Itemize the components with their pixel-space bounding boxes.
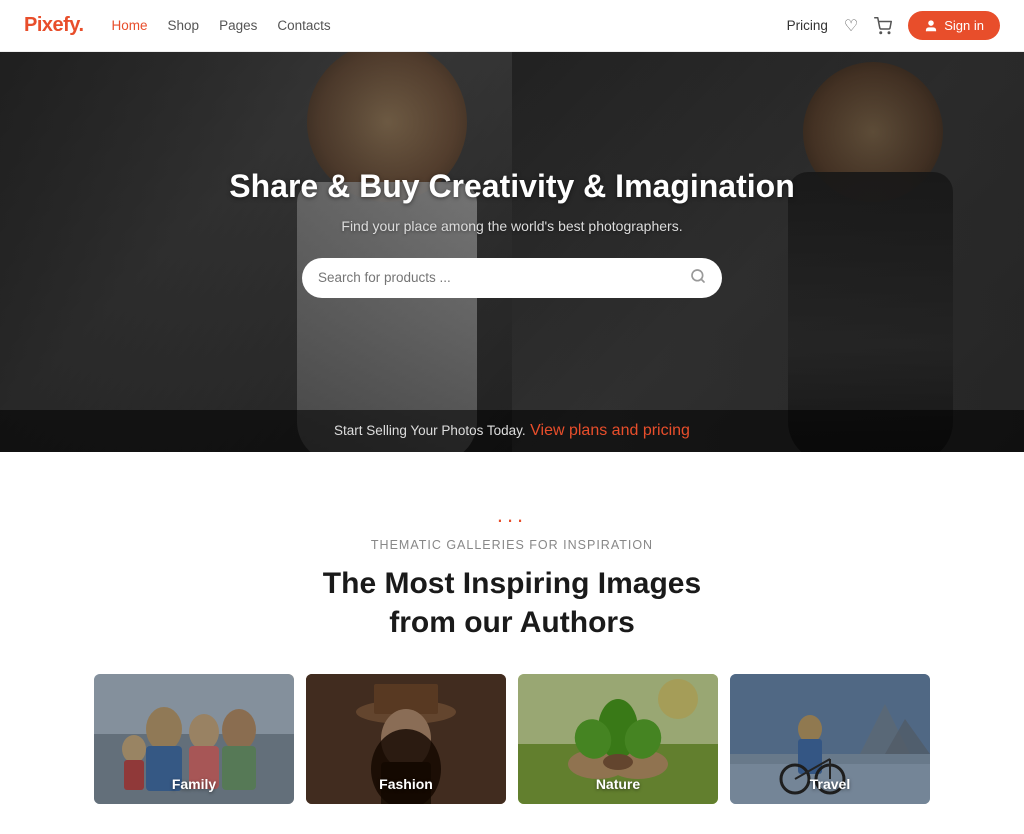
hero-section: Share & Buy Creativity & Imagination Fin… <box>0 52 1024 452</box>
search-bar <box>302 258 722 298</box>
heart-icon: ♡ <box>844 16 858 36</box>
hero-bottom-link[interactable]: View plans and pricing <box>530 422 690 439</box>
nav-pages[interactable]: Pages <box>219 18 257 33</box>
signin-button[interactable]: Sign in <box>908 11 1000 40</box>
card-travel-label: Travel <box>730 776 930 792</box>
section-title-line1: The Most Inspiring Images <box>323 567 701 600</box>
search-icon <box>690 268 706 284</box>
search-input[interactable] <box>318 270 682 285</box>
logo[interactable]: Pixefy. <box>24 14 84 37</box>
nav-shop[interactable]: Shop <box>168 18 200 33</box>
logo-text: Pixefy <box>24 14 78 36</box>
header: Pixefy. Home Shop Pages Contacts Pricing… <box>0 0 1024 52</box>
section-title-line2: from our Authors <box>389 606 635 639</box>
wishlist-button[interactable]: ♡ <box>844 16 858 36</box>
card-family-label: Family <box>94 776 294 792</box>
header-right: Pricing ♡ Sign in <box>787 11 1000 40</box>
gallery-card-fashion[interactable]: Fashion <box>306 674 506 804</box>
hero-bottom-banner: Start Selling Your Photos Today. View pl… <box>0 410 1024 452</box>
hero-bottom-text: Start Selling Your Photos Today. <box>334 423 526 438</box>
nav-contacts[interactable]: Contacts <box>277 18 330 33</box>
nav-home[interactable]: Home <box>112 18 148 33</box>
header-left: Pixefy. Home Shop Pages Contacts <box>24 14 331 37</box>
user-icon <box>924 19 938 33</box>
section-subtitle: Thematic Galleries for Inspiration <box>24 538 1000 552</box>
gallery-grid: Family Fashion <box>24 674 1000 804</box>
card-fashion-label: Fashion <box>306 776 506 792</box>
gallery-section: ... Thematic Galleries for Inspiration T… <box>0 452 1024 834</box>
main-nav: Home Shop Pages Contacts <box>112 18 331 33</box>
section-dots: ... <box>24 502 1000 528</box>
pricing-link[interactable]: Pricing <box>787 18 828 33</box>
gallery-card-nature[interactable]: Nature <box>518 674 718 804</box>
section-title: The Most Inspiring Images from our Autho… <box>24 564 1000 642</box>
card-nature-label: Nature <box>518 776 718 792</box>
search-button[interactable] <box>690 268 706 288</box>
gallery-card-family[interactable]: Family <box>94 674 294 804</box>
hero-subtitle: Find your place among the world's best p… <box>341 218 682 234</box>
cart-icon <box>874 17 892 35</box>
hero-content: Share & Buy Creativity & Imagination Fin… <box>0 52 1024 452</box>
cart-button[interactable] <box>874 17 892 35</box>
signin-label: Sign in <box>944 18 984 33</box>
logo-dot: . <box>78 14 83 36</box>
gallery-card-travel[interactable]: Travel <box>730 674 930 804</box>
hero-title: Share & Buy Creativity & Imagination <box>229 166 794 208</box>
